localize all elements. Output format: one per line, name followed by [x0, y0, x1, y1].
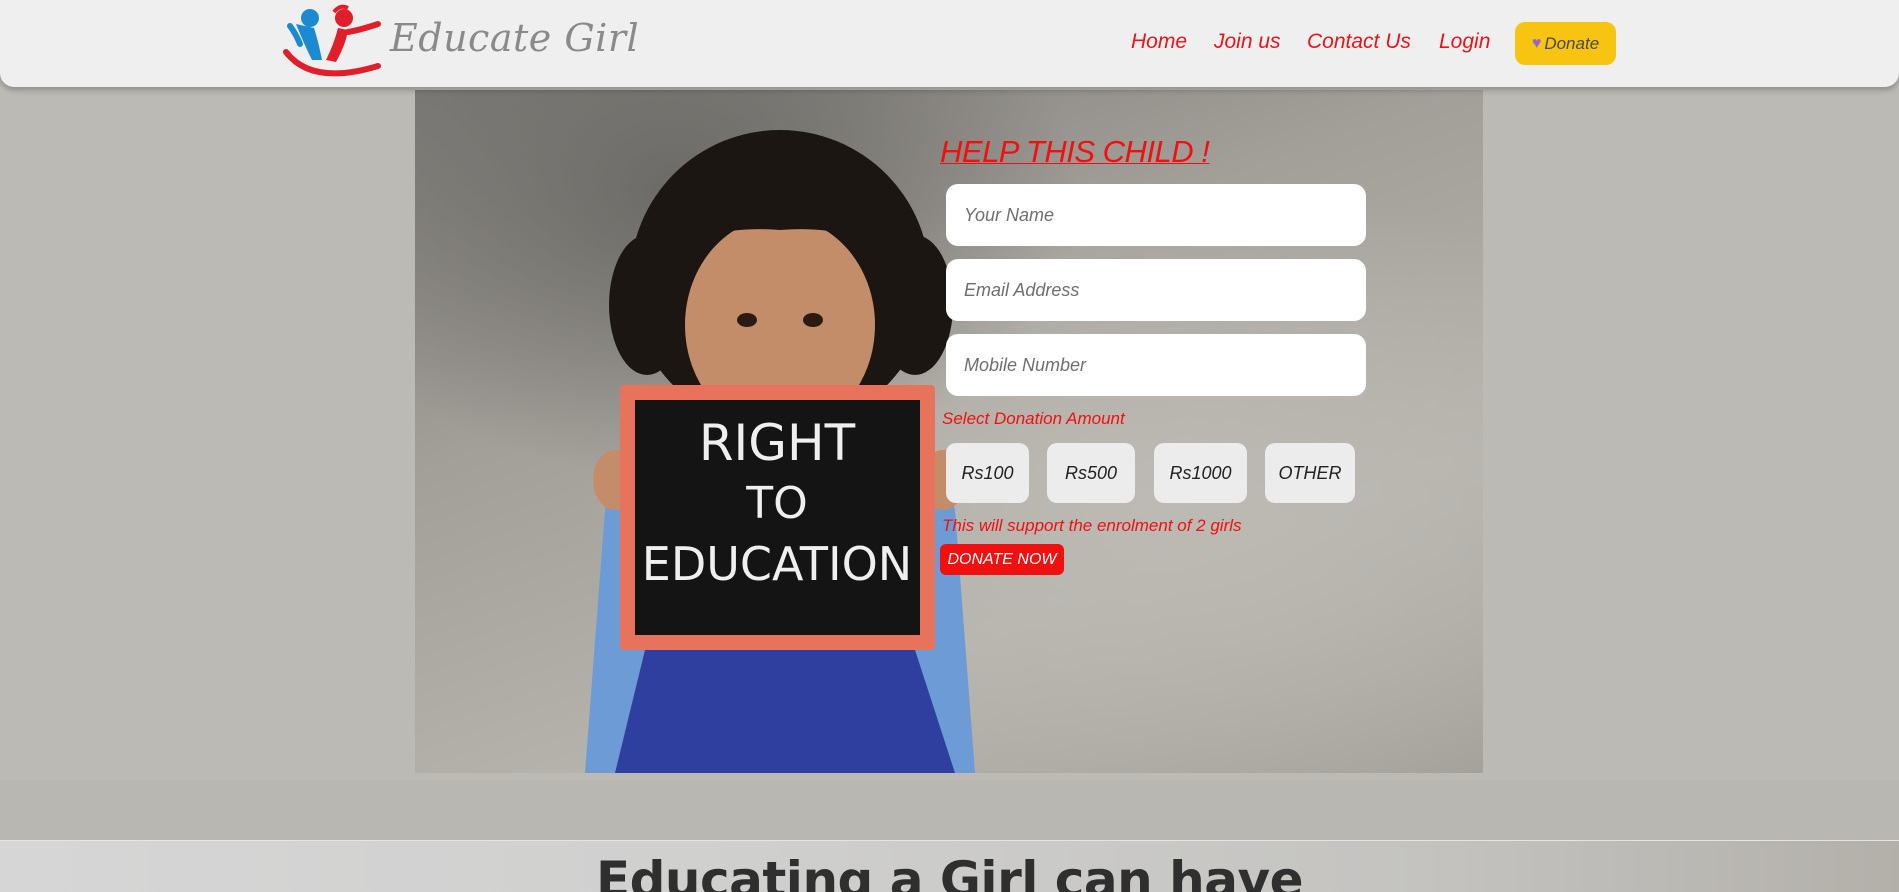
logo-icon[interactable] — [282, 4, 386, 84]
nav-contact-us[interactable]: Contact Us — [1307, 30, 1411, 54]
impact-section: Educating a Girl can have — [0, 840, 1899, 892]
section-divider — [0, 780, 1899, 840]
donate-now-button[interactable]: DONATE NOW — [940, 544, 1064, 575]
support-text: This will support the enrolment of 2 gir… — [942, 516, 1242, 535]
nav-login[interactable]: Login — [1439, 30, 1490, 54]
logo-text[interactable]: Educate Girl — [390, 16, 639, 60]
chalkboard-line-2: TO — [745, 478, 808, 529]
select-amount-label: Select Donation Amount — [942, 409, 1125, 428]
nav-home[interactable]: Home — [1131, 30, 1187, 54]
nav-join-us[interactable]: Join us — [1214, 30, 1281, 54]
amount-rs500-button[interactable]: Rs500 — [1047, 443, 1135, 503]
navbar: Educate Girl Home Join us Contact Us Log… — [0, 0, 1899, 87]
mobile-input[interactable] — [946, 334, 1366, 396]
chalkboard-line-3: EDUCATION — [642, 537, 912, 591]
amount-rs1000-button[interactable]: Rs1000 — [1154, 443, 1247, 503]
email-input[interactable] — [946, 259, 1366, 321]
chalkboard-line-1: RIGHT — [699, 414, 856, 472]
donate-button[interactable]: ♥ Donate — [1515, 22, 1616, 65]
amount-other-button[interactable]: OTHER — [1265, 443, 1355, 503]
form-title: HELP THIS CHILD ! — [940, 134, 1210, 169]
section-heading: Educating a Girl can have — [595, 851, 1304, 892]
uniform-skirt — [615, 650, 955, 773]
name-input[interactable] — [946, 184, 1366, 246]
heart-icon: ♥ — [1531, 34, 1542, 52]
donate-button-label: Donate — [1544, 33, 1600, 53]
amount-rs100-button[interactable]: Rs100 — [946, 443, 1029, 503]
